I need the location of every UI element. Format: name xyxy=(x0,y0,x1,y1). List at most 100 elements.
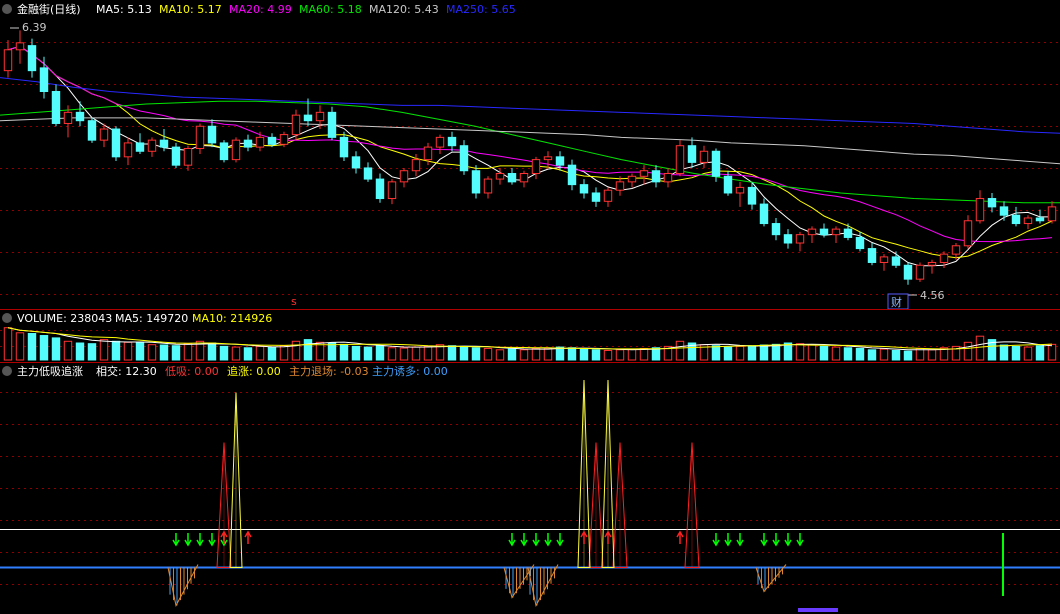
candle-body xyxy=(171,146,181,166)
volume-bar xyxy=(207,342,217,361)
candle-body xyxy=(711,150,721,177)
volume-bar xyxy=(243,347,253,361)
volume-bar xyxy=(219,345,229,361)
candle-body xyxy=(531,159,541,175)
volume-bar xyxy=(963,341,973,361)
volume-bar xyxy=(591,349,601,361)
candle-body xyxy=(891,256,901,266)
candle-body xyxy=(807,228,817,236)
candle-body xyxy=(1047,206,1057,222)
candle-body xyxy=(507,173,517,183)
candle-body xyxy=(771,223,781,236)
candle-body xyxy=(135,142,145,152)
event-badge-text: 财 xyxy=(891,295,902,309)
candle-body xyxy=(435,136,445,148)
volume-bar xyxy=(639,347,649,361)
candle-body xyxy=(147,139,157,152)
ma10-line xyxy=(7,45,1053,259)
candle-body xyxy=(1023,217,1033,225)
candle-body xyxy=(495,173,505,180)
volume-bar xyxy=(63,340,73,361)
volume-bar xyxy=(843,347,853,361)
volume-bar xyxy=(171,345,181,361)
candle-body xyxy=(543,156,553,161)
legend-item: MA10: 214926 xyxy=(192,312,272,325)
volume-bar xyxy=(795,343,805,361)
candle-body xyxy=(843,228,853,238)
candle-body xyxy=(1035,217,1045,222)
candle-body xyxy=(483,178,493,194)
volume-menu-icon[interactable] xyxy=(2,313,12,323)
candle-body xyxy=(207,125,217,144)
volume-panel xyxy=(3,327,1057,361)
moving-average-lines xyxy=(0,45,1060,267)
volume-bar xyxy=(819,345,829,361)
volume-bar xyxy=(147,344,157,361)
legend-item: 低吸: 0.00 xyxy=(165,365,219,378)
volume-bar xyxy=(675,340,685,361)
legend-item: 追涨: 0.00 xyxy=(227,364,281,378)
candle-body xyxy=(183,147,193,166)
indicator-menu-icon[interactable] xyxy=(2,366,12,376)
volume-bar xyxy=(99,339,109,361)
candle-body xyxy=(663,173,673,183)
volume-bar xyxy=(807,344,817,361)
volume-bar xyxy=(891,349,901,361)
candle-body xyxy=(579,184,589,194)
volume-bar xyxy=(123,341,133,361)
candle-body xyxy=(675,145,685,175)
candle-body xyxy=(231,139,241,161)
candle-body xyxy=(963,220,973,247)
ma-legend: MA5: 5.13 MA10: 5.17 MA20: 4.99 MA60: 5.18 M… xyxy=(96,3,516,16)
candle-body xyxy=(51,91,61,124)
volume-bar xyxy=(759,344,769,361)
candle-body xyxy=(87,120,97,141)
volume-bar xyxy=(399,347,409,361)
volume-bar xyxy=(1047,343,1057,361)
indicator-panel xyxy=(0,379,1060,612)
scroll-indicator xyxy=(798,608,838,612)
candlesticks xyxy=(3,30,1057,285)
volume-bar xyxy=(771,343,781,361)
candle-body xyxy=(723,175,733,194)
volume-bar xyxy=(387,347,397,361)
volume-bar xyxy=(483,347,493,361)
legend-item: VOLUME: 238043 xyxy=(17,312,112,325)
candle-body xyxy=(819,228,829,236)
candle-body xyxy=(555,156,565,166)
legend-item: MA5: 5.13 xyxy=(96,3,152,16)
volume-bar xyxy=(855,347,865,361)
candle-body xyxy=(471,170,481,194)
candle-body xyxy=(975,198,985,222)
ma120-line xyxy=(0,117,1060,165)
volume-bar xyxy=(303,339,313,361)
candle-body xyxy=(999,206,1009,216)
volume-bar xyxy=(423,345,433,361)
volume-bar xyxy=(831,346,841,361)
volume-bar xyxy=(975,335,985,361)
volume-bar xyxy=(231,346,241,361)
candle-body xyxy=(315,111,325,122)
candle-body xyxy=(39,67,49,93)
candle-body xyxy=(651,170,661,183)
legend-item: MA60: 5.18 xyxy=(299,3,362,16)
candle-body xyxy=(927,261,937,266)
stock-chart: 金融街(日线) MA5: 5.13 MA10: 5.17 MA20: 4.99 MA6… xyxy=(0,2,1060,612)
panel-menu-icon[interactable] xyxy=(2,4,12,14)
legend-item: MA20: 4.99 xyxy=(229,3,292,16)
candle-body xyxy=(339,136,349,158)
volume-bar xyxy=(471,347,481,361)
volume-bar xyxy=(879,348,889,361)
volume-legend: VOLUME: 238043 MA5: 149720 MA10: 214926 xyxy=(17,312,272,325)
volume-bar xyxy=(723,346,733,361)
price-panel xyxy=(0,30,1060,285)
candle-body xyxy=(1011,214,1021,225)
ma5-line xyxy=(7,45,1052,267)
candle-body xyxy=(243,139,253,148)
candle-body xyxy=(399,170,409,183)
event-s-mark: s xyxy=(291,295,297,308)
candle-body xyxy=(603,189,613,202)
candle-body xyxy=(99,128,109,141)
volume-bar xyxy=(531,347,541,361)
volume-bar xyxy=(267,346,277,361)
